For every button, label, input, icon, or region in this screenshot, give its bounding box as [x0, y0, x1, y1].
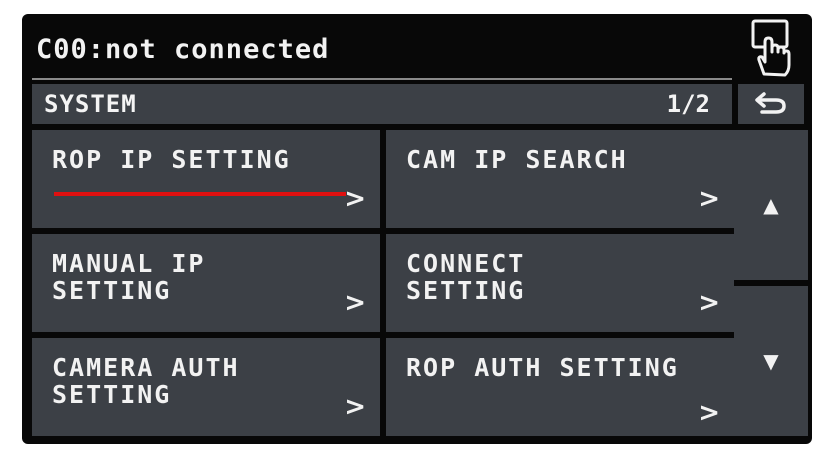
chevron-right-icon: >	[344, 392, 366, 422]
chevron-right-icon: >	[344, 184, 366, 214]
chevron-right-icon: >	[698, 398, 720, 428]
chevron-right-icon: >	[698, 184, 720, 214]
menu-item-cam-ip-search[interactable]: CAM IP SEARCH >	[386, 130, 734, 228]
menu-item-rop-ip-setting[interactable]: ROP IP SETTING >	[32, 130, 380, 228]
scroll-down-button[interactable]: ▼	[734, 286, 808, 436]
back-button[interactable]	[738, 84, 804, 124]
device-screen: C00:not connected SYSTEM 1/2 ROP IP SETT…	[22, 14, 812, 444]
menu-item-label: CONNECT SETTING	[406, 249, 526, 305]
chevron-right-icon: >	[698, 288, 720, 318]
header-bar: SYSTEM 1/2	[32, 84, 732, 124]
menu-item-camera-auth-setting[interactable]: CAMERA AUTH SETTING >	[32, 338, 380, 436]
status-divider	[32, 78, 732, 80]
menu-item-label: CAM IP SEARCH	[406, 145, 628, 174]
menu-item-label: MANUAL IP SETTING	[52, 249, 206, 305]
chevron-right-icon: >	[344, 288, 366, 318]
return-arrow-icon	[755, 92, 786, 114]
triangle-up-icon: ▲	[763, 193, 779, 217]
menu-item-manual-ip-setting[interactable]: MANUAL IP SETTING >	[32, 234, 380, 332]
page-indicator: 1/2	[666, 90, 710, 118]
menu-item-label: ROP IP SETTING	[52, 145, 291, 174]
scroll-up-button[interactable]: ▲	[734, 130, 808, 280]
menu-item-connect-setting[interactable]: CONNECT SETTING >	[386, 234, 734, 332]
menu-item-label: CAMERA AUTH SETTING	[52, 353, 240, 409]
menu-item-rop-auth-setting[interactable]: ROP AUTH SETTING >	[386, 338, 734, 436]
selection-underline	[54, 192, 346, 196]
touch-lock-icon[interactable]	[749, 18, 795, 80]
triangle-down-icon: ▼	[763, 349, 779, 373]
menu-item-label: ROP AUTH SETTING	[406, 353, 679, 382]
status-bar: C00:not connected	[22, 14, 812, 82]
page-title: SYSTEM	[44, 90, 137, 118]
connection-status: C00:not connected	[36, 34, 330, 65]
